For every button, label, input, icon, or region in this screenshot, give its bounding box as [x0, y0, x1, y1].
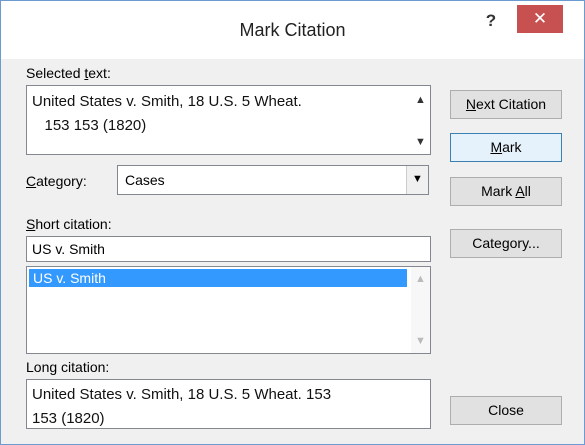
- mark-citation-dialog: Mark Citation ? ✕ Selected text: United …: [0, 0, 585, 445]
- long-citation-line-2: 153 (1820): [32, 410, 105, 427]
- category-button[interactable]: Category...: [450, 229, 562, 258]
- help-button[interactable]: ?: [477, 9, 505, 33]
- category-label: Category:: [26, 173, 87, 189]
- category-select-value: Cases: [125, 172, 165, 188]
- close-icon: ✕: [532, 9, 548, 28]
- mark-button[interactable]: Mark: [450, 133, 562, 162]
- selected-text-scrollbar[interactable]: ▲ ▼: [411, 86, 430, 154]
- dialog-body: Selected text: United States v. Smith, 1…: [1, 59, 584, 444]
- next-citation-button[interactable]: Next Citation: [450, 90, 562, 119]
- selected-text-label: Selected text:: [26, 65, 111, 81]
- long-citation-label: Long citation:: [26, 359, 110, 375]
- mark-all-button[interactable]: Mark All: [450, 177, 562, 206]
- close-window-button[interactable]: ✕: [517, 5, 563, 33]
- selected-text-line-1: United States v. Smith, 18 U.S. 5 Wheat.: [32, 93, 302, 110]
- scroll-up-icon[interactable]: ▲: [411, 273, 430, 285]
- short-citation-label: Short citation:: [26, 216, 112, 232]
- long-citation-area[interactable]: United States v. Smith, 18 U.S. 5 Wheat.…: [26, 379, 431, 429]
- title-bar: Mark Citation ? ✕: [1, 1, 584, 59]
- short-citation-input[interactable]: US v. Smith: [26, 236, 431, 262]
- category-select[interactable]: Cases ▼: [117, 165, 429, 195]
- short-citation-list-scrollbar[interactable]: ▲ ▼: [411, 267, 430, 353]
- scroll-down-icon[interactable]: ▼: [411, 335, 430, 347]
- short-citation-input-value: US v. Smith: [32, 241, 105, 257]
- long-citation-line-1: United States v. Smith, 18 U.S. 5 Wheat.…: [32, 386, 332, 403]
- long-citation-content: United States v. Smith, 18 U.S. 5 Wheat.…: [32, 383, 332, 428]
- scroll-up-icon[interactable]: ▲: [411, 94, 430, 106]
- selected-text-content: United States v. Smith, 18 U.S. 5 Wheat.…: [32, 90, 302, 138]
- list-item[interactable]: US v. Smith: [29, 269, 407, 287]
- short-citation-list[interactable]: US v. Smith ▲ ▼: [26, 266, 431, 354]
- close-button[interactable]: Close: [450, 396, 562, 425]
- scroll-down-icon[interactable]: ▼: [411, 136, 430, 148]
- selected-text-area[interactable]: United States v. Smith, 18 U.S. 5 Wheat.…: [26, 85, 431, 155]
- selected-text-line-2: 153 153 (1820): [32, 117, 147, 134]
- chevron-down-icon[interactable]: ▼: [406, 166, 428, 194]
